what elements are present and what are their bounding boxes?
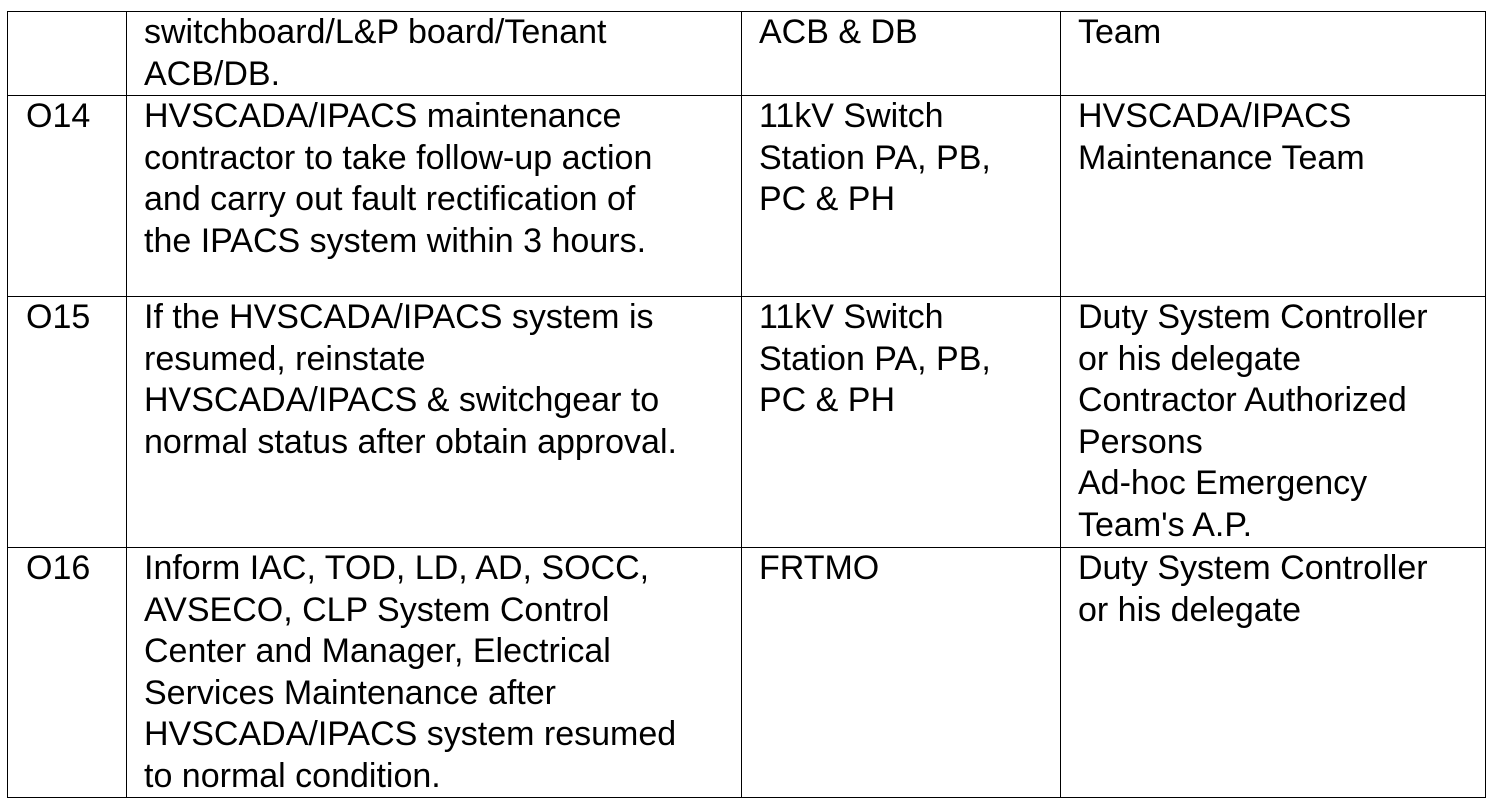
table-row: O15 If the HVSCADA/IPACS system is resum… bbox=[7, 296, 1486, 548]
action-line: If the HVSCADA/IPACS system is bbox=[144, 298, 654, 336]
location-line: Station PA, PB, bbox=[759, 339, 991, 378]
table-row: O16 Inform IAC, TOD, LD, AD, SOCC, AVSEC… bbox=[7, 547, 1486, 798]
location-line: Station PA, PB, bbox=[759, 138, 991, 177]
step-id: O14 bbox=[26, 97, 91, 135]
action-line: ACB/DB. bbox=[144, 54, 281, 93]
responsible-line: Team bbox=[1078, 13, 1162, 51]
action-cell: HVSCADA/IPACS maintenance contractor to … bbox=[126, 95, 742, 297]
location-line: PC & PH bbox=[759, 180, 896, 218]
action-line: and carry out fault rectification of bbox=[144, 180, 636, 218]
location-cell: 11kV Switch Station PA, PB, PC & PH bbox=[741, 296, 1061, 548]
responsible-line: or his delegate bbox=[1078, 590, 1302, 629]
responsible-line: Contractor Authorized bbox=[1078, 381, 1407, 419]
action-line: to normal condition. bbox=[144, 756, 441, 795]
responsible-line: Ad-hoc Emergency bbox=[1078, 464, 1368, 502]
action-cell: Inform IAC, TOD, LD, AD, SOCC, AVSECO, C… bbox=[126, 547, 742, 798]
responsible-line: Maintenance Team bbox=[1078, 138, 1365, 177]
location-cell: 11kV Switch Station PA, PB, PC & PH bbox=[741, 95, 1061, 297]
step-id-cell: O15 bbox=[7, 296, 127, 548]
responsible-line: Duty System Controller bbox=[1078, 298, 1428, 336]
responsible-line: HVSCADA/IPACS bbox=[1078, 97, 1352, 135]
action-line: HVSCADA/IPACS maintenance bbox=[144, 97, 622, 135]
action-line: Center and Manager, Electrical bbox=[144, 632, 611, 670]
table-row: switchboard/L&P board/Tenant ACB/DB. ACB… bbox=[7, 11, 1486, 96]
location-line: ACB & DB bbox=[759, 13, 918, 51]
action-line: HVSCADA/IPACS & switchgear to bbox=[144, 381, 660, 419]
step-id-cell: O14 bbox=[7, 95, 127, 297]
responsible-line: Persons bbox=[1078, 422, 1203, 461]
action-cell: If the HVSCADA/IPACS system is resumed, … bbox=[126, 296, 742, 548]
responsible-line: Team's A.P. bbox=[1078, 505, 1253, 544]
action-line: resumed, reinstate bbox=[144, 339, 426, 378]
action-line: contractor to take follow-up action bbox=[144, 138, 653, 177]
action-line: AVSECO, CLP System Control bbox=[144, 590, 610, 629]
step-id-cell: O16 bbox=[7, 547, 127, 798]
action-line: normal status after obtain approval. bbox=[144, 422, 677, 461]
action-cell: switchboard/L&P board/Tenant ACB/DB. bbox=[126, 11, 742, 96]
responsible-line: Duty System Controller bbox=[1078, 549, 1428, 587]
action-line: Inform IAC, TOD, LD, AD, SOCC, bbox=[144, 549, 650, 587]
action-line: the IPACS system within 3 hours. bbox=[144, 221, 647, 260]
step-id: O15 bbox=[26, 298, 91, 336]
responsible-line: or his delegate bbox=[1078, 339, 1302, 378]
action-line: HVSCADA/IPACS system resumed bbox=[144, 715, 677, 753]
procedure-table: switchboard/L&P board/Tenant ACB/DB. ACB… bbox=[7, 11, 1486, 798]
location-cell: ACB & DB bbox=[741, 11, 1061, 96]
location-line: 11kV Switch bbox=[759, 97, 944, 135]
responsible-cell: Team bbox=[1060, 11, 1486, 96]
step-id-cell bbox=[7, 11, 127, 96]
step-id: O16 bbox=[26, 549, 91, 587]
action-line: Services Maintenance after bbox=[144, 673, 556, 712]
location-line: 11kV Switch bbox=[759, 298, 944, 336]
responsible-cell: Duty System Controller or his delegate C… bbox=[1060, 296, 1486, 548]
location-line: PC & PH bbox=[759, 381, 896, 419]
table-row: O14 HVSCADA/IPACS maintenance contractor… bbox=[7, 95, 1486, 297]
responsible-cell: Duty System Controller or his delegate bbox=[1060, 547, 1486, 798]
action-line: switchboard/L&P board/Tenant bbox=[144, 13, 607, 51]
responsible-cell: HVSCADA/IPACS Maintenance Team bbox=[1060, 95, 1486, 297]
location-line: FRTMO bbox=[759, 549, 880, 587]
location-cell: FRTMO bbox=[741, 547, 1061, 798]
